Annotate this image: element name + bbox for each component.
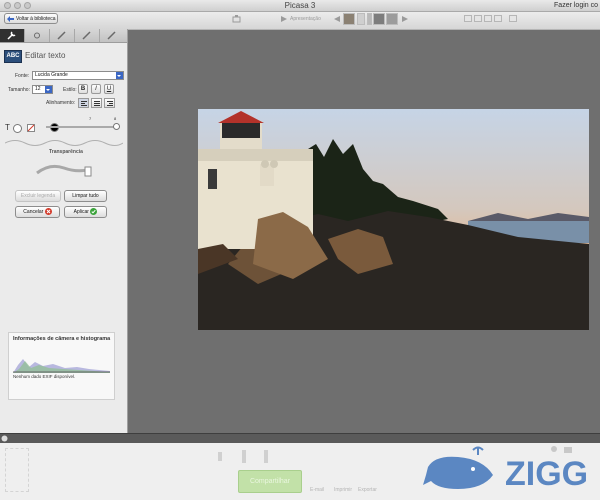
back-to-library-button[interactable]: Voltar à biblioteca bbox=[4, 13, 58, 24]
no-color-icon[interactable] bbox=[27, 124, 35, 132]
slideshow-icon[interactable] bbox=[232, 15, 241, 23]
cancel-label: Cancelar bbox=[23, 209, 44, 215]
histogram-graph bbox=[13, 359, 110, 373]
remove-caption-button[interactable]: Excluir legenda bbox=[15, 190, 61, 202]
brush-icon bbox=[57, 31, 66, 40]
wave-line-decoration bbox=[5, 140, 123, 146]
brush-icon bbox=[107, 31, 116, 40]
view-mode-icon[interactable] bbox=[484, 15, 492, 22]
align-right-button[interactable] bbox=[104, 98, 115, 108]
email-button[interactable]: E-mail bbox=[310, 487, 324, 493]
previous-photo-icon[interactable] bbox=[333, 16, 340, 22]
outline-width-slider-knob[interactable] bbox=[113, 123, 120, 130]
view-mode-icon[interactable] bbox=[474, 15, 482, 22]
chevron-down-icon bbox=[116, 72, 123, 79]
next-photo-icon[interactable] bbox=[402, 16, 409, 22]
top-toolbar: Voltar à biblioteca Apresentação bbox=[0, 12, 600, 30]
transparency-label: Transparência bbox=[49, 149, 83, 155]
cancel-x-icon bbox=[44, 208, 52, 216]
transparency-slider[interactable] bbox=[35, 159, 93, 179]
print-button[interactable]: Imprimir bbox=[334, 487, 352, 493]
collapse-icon[interactable] bbox=[1, 435, 8, 442]
export-button[interactable]: Exportar bbox=[358, 487, 377, 493]
tray-tools-icons bbox=[218, 450, 268, 463]
tab-tuning[interactable] bbox=[25, 29, 50, 42]
slider-value-end: 8 bbox=[114, 116, 117, 121]
back-to-library-label: Voltar à biblioteca bbox=[16, 16, 56, 22]
bold-button[interactable]: B bbox=[78, 84, 88, 94]
clear-all-button[interactable]: Limpar tudo bbox=[64, 190, 107, 202]
underline-button[interactable]: U bbox=[104, 84, 114, 94]
view-mode-icon[interactable] bbox=[494, 15, 502, 22]
camera-histogram-panel: Informações de câmera e histograma Nenhu… bbox=[8, 332, 115, 400]
sun-icon bbox=[34, 32, 40, 39]
size-select[interactable]: 12 bbox=[32, 85, 53, 94]
login-link[interactable]: Fazer login co bbox=[554, 0, 598, 11]
slider-value-start: 7 bbox=[89, 116, 92, 121]
filmstrip-thumbnail[interactable] bbox=[367, 13, 372, 25]
edit-tabs bbox=[0, 29, 127, 43]
status-strip bbox=[0, 433, 600, 443]
zigg-watermark-logo: ZIGG bbox=[423, 446, 588, 493]
style-label: Estilo: bbox=[63, 87, 77, 93]
present-label: Apresentação bbox=[290, 16, 321, 22]
align-center-button[interactable] bbox=[91, 98, 102, 108]
text-color-label: T bbox=[5, 123, 10, 132]
filmstrip-thumbnail[interactable] bbox=[386, 13, 398, 25]
chevron-down-icon bbox=[45, 86, 52, 93]
italic-button[interactable]: I bbox=[91, 84, 101, 94]
font-label: Fonte: bbox=[15, 73, 30, 79]
tab-effects[interactable] bbox=[50, 29, 75, 42]
apply-button[interactable]: Aplicar bbox=[64, 206, 107, 218]
back-arrow-icon bbox=[7, 16, 14, 22]
view-mode-icon[interactable] bbox=[509, 15, 517, 22]
brush-icon bbox=[82, 31, 91, 40]
tab-basic-fixes[interactable] bbox=[0, 29, 25, 42]
wrench-icon bbox=[7, 31, 16, 40]
panel-title: Editar texto bbox=[25, 51, 66, 60]
view-mode-icon[interactable] bbox=[464, 15, 472, 22]
alignment-label: Alinhamento: bbox=[46, 100, 76, 106]
play-icon[interactable] bbox=[281, 16, 287, 22]
photo-preview[interactable] bbox=[198, 109, 589, 330]
tab-effects-3[interactable] bbox=[100, 29, 125, 42]
outline-width-slider[interactable] bbox=[46, 126, 118, 128]
align-left-button[interactable] bbox=[78, 98, 89, 108]
window-title: Picasa 3 bbox=[284, 1, 316, 10]
filmstrip-thumbnail[interactable] bbox=[357, 13, 365, 25]
histogram-note: Nenhum dado EXIF disponível. bbox=[13, 374, 76, 379]
size-value: 12 bbox=[35, 86, 41, 92]
font-value: Lucida Grande bbox=[35, 72, 68, 78]
filmstrip-thumbnail[interactable] bbox=[373, 13, 385, 25]
share-button[interactable]: Compartilhar bbox=[238, 470, 302, 493]
apply-label: Aplicar bbox=[73, 209, 89, 215]
font-select[interactable]: Lucida Grande bbox=[32, 71, 124, 80]
filmstrip-thumbnail[interactable] bbox=[343, 13, 355, 25]
size-label: Tamanho: bbox=[8, 87, 30, 93]
text-color-swatch[interactable] bbox=[13, 124, 22, 133]
apply-check-icon bbox=[90, 208, 98, 216]
text-tool-icon: ABC bbox=[4, 50, 22, 63]
cancel-button[interactable]: Cancelar bbox=[15, 206, 60, 218]
histogram-title: Informações de câmera e histograma bbox=[13, 336, 111, 342]
tab-effects-2[interactable] bbox=[75, 29, 100, 42]
tray-thumbnail[interactable] bbox=[5, 448, 29, 492]
zigg-brand-text: ZIGG bbox=[505, 455, 588, 493]
title-bar: Picasa 3 Fazer login co bbox=[0, 0, 600, 12]
